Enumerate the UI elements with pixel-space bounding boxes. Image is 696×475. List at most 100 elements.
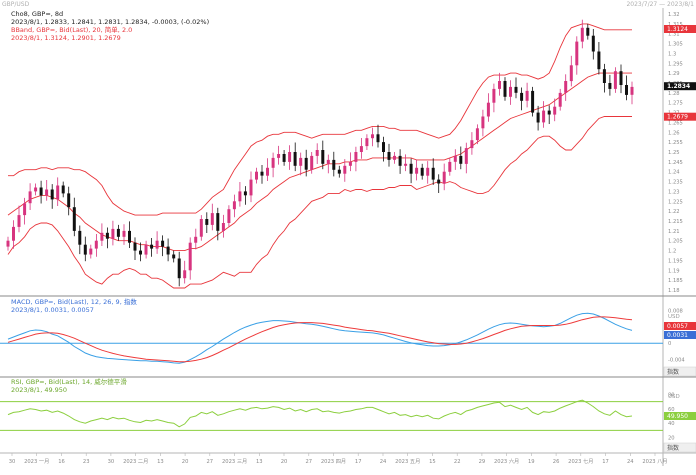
time-tick-label: 13 <box>256 459 263 465</box>
svg-text:49.950: 49.950 <box>667 413 688 420</box>
candle-body <box>625 85 628 95</box>
time-tick-label: 2023 七月 <box>568 457 593 465</box>
candle-body <box>50 189 54 200</box>
candle-body <box>531 90 535 113</box>
header-left-text: GBP/USD <box>2 1 30 8</box>
candle-body <box>172 254 176 259</box>
candle-body <box>542 110 546 123</box>
candle-body <box>122 230 126 237</box>
candle-body <box>332 159 336 170</box>
price-tick-label: 1.26 <box>668 130 680 136</box>
candle-body <box>475 128 479 141</box>
bband-lower-line <box>7 116 632 289</box>
candle-body <box>161 240 165 247</box>
price-tick-label: 1.25 <box>668 150 680 156</box>
candle-body <box>56 185 60 200</box>
time-tick-label: 24 <box>380 459 387 465</box>
candle-body <box>481 116 485 129</box>
candle-body <box>420 167 424 176</box>
time-tick-label: 2023 八月 <box>642 458 667 465</box>
price-tick-label: 1.265 <box>668 120 683 126</box>
candle-body <box>310 155 314 170</box>
candle-body <box>28 191 32 204</box>
candle-body <box>558 92 562 107</box>
candle-body <box>509 86 512 97</box>
candle-body <box>348 161 352 166</box>
candle-body <box>459 155 463 164</box>
candle-body <box>575 41 579 66</box>
candle-body <box>492 88 496 103</box>
price-tick-label: 1.245 <box>668 160 683 166</box>
candle-body <box>580 27 584 42</box>
rsi-tick-label: 40 <box>668 421 675 427</box>
candle-body <box>194 236 198 243</box>
price-tick-label: 1.255 <box>668 140 683 146</box>
price-tick-label: 1.235 <box>668 180 683 186</box>
candle-body <box>514 86 518 93</box>
candle-body <box>343 165 347 174</box>
macd-values-line: 2023/8/1, 0.0031, 0.0057 <box>11 306 94 314</box>
time-tick-label: 17 <box>602 459 609 465</box>
candle-body <box>221 223 225 231</box>
candle-body <box>260 171 264 176</box>
candle-body <box>282 154 286 162</box>
candle-body <box>94 240 98 249</box>
candle-body <box>503 81 507 97</box>
rsi-title-line: RSI, GBP=, Bid(Last), 14, 威尔德平滑 <box>11 377 127 386</box>
candle-body <box>315 150 319 156</box>
candle-body <box>586 27 590 36</box>
candle-body <box>602 69 606 83</box>
time-tick-label: 17 <box>355 459 362 465</box>
candle-body <box>144 244 148 255</box>
svg-text:0.0057: 0.0057 <box>667 323 688 330</box>
candle-body <box>337 169 341 174</box>
signal-line <box>7 316 633 363</box>
candle-body <box>255 171 258 180</box>
time-tick-label: 26 <box>553 459 560 465</box>
candle-body <box>387 152 391 160</box>
macd-line <box>7 312 633 364</box>
candle-body <box>299 157 303 166</box>
time-tick-label: 30 <box>108 459 115 465</box>
candle-body <box>232 201 236 210</box>
candle-body <box>404 163 408 166</box>
time-tick-label: 23 <box>83 459 90 465</box>
candle-body <box>45 189 49 196</box>
candlestick-series <box>6 19 634 287</box>
price-tick-label: 1.29 <box>668 71 680 77</box>
price-tick-label: 1.18 <box>668 288 680 294</box>
header-right-text: 2023/7/27 — 2023/8/1 <box>626 1 694 8</box>
candle-body <box>277 154 281 158</box>
svg-text:1.3124: 1.3124 <box>667 26 688 33</box>
candle-body <box>39 187 43 196</box>
time-tick-label: 20 <box>281 459 288 465</box>
candle-body <box>243 191 247 196</box>
time-tick-label: 2023 六月 <box>494 457 519 465</box>
time-tick-label: 30 <box>9 459 16 465</box>
candle-body <box>398 155 402 166</box>
candle-body <box>128 230 131 243</box>
time-tick-label: 2023 三月 <box>222 458 247 465</box>
candle-body <box>415 167 419 174</box>
candle-body <box>486 102 490 117</box>
price-tick-label: 1.275 <box>668 101 683 107</box>
candle-body <box>442 171 446 184</box>
candle-body <box>100 232 104 241</box>
svg-text:指数: 指数 <box>667 368 679 376</box>
candle-body <box>67 193 71 208</box>
candle-body <box>536 112 540 123</box>
candle-body <box>89 248 93 255</box>
candle-body <box>34 187 38 192</box>
svg-text:1.2834: 1.2834 <box>667 83 690 90</box>
candle-body <box>271 157 275 168</box>
svg-text:1.2679: 1.2679 <box>667 114 688 121</box>
time-tick-label: 15 <box>429 459 436 465</box>
time-tick-label: 13 <box>157 459 164 465</box>
candle-body <box>321 150 325 164</box>
candle-body <box>376 134 380 143</box>
price-tick-label: 1.305 <box>668 42 683 48</box>
price-tick-label: 1.225 <box>668 199 683 205</box>
candle-body <box>608 83 612 89</box>
time-tick-label: 2023 一月 <box>24 458 49 465</box>
time-tick-label: 22 <box>454 459 461 465</box>
